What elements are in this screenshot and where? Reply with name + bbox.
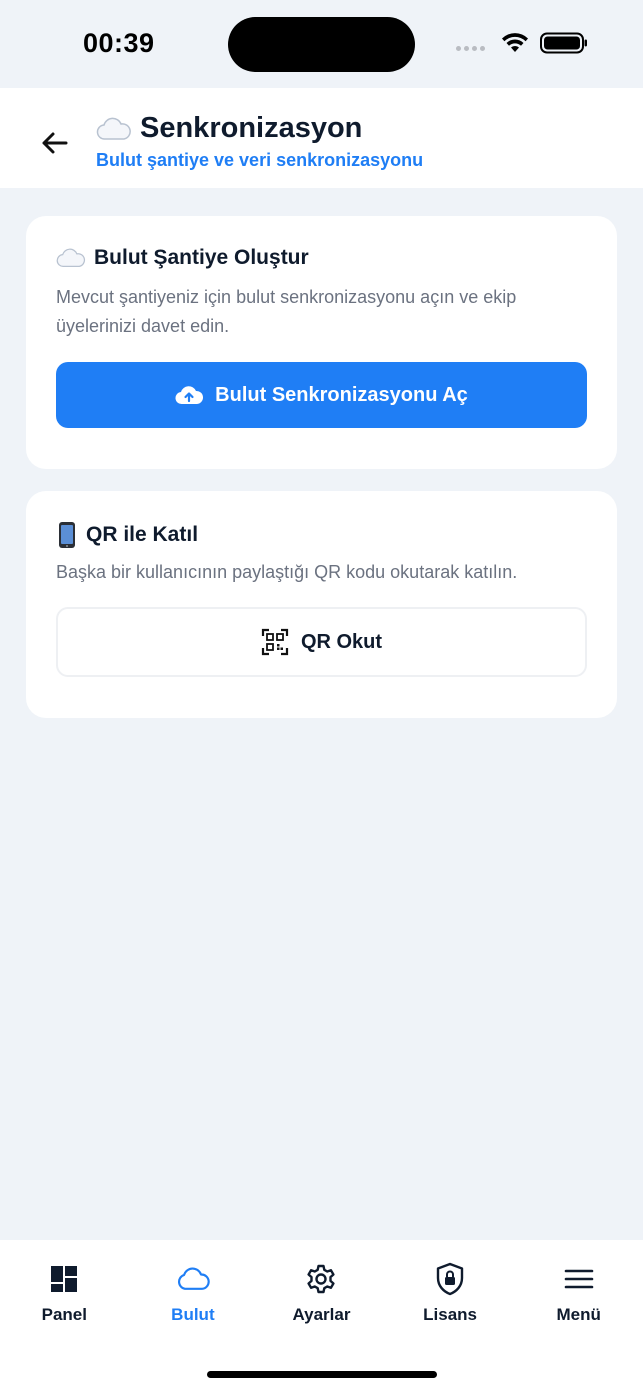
tab-lisans[interactable]: Lisans (386, 1240, 515, 1340)
bottom-tab-bar: Panel Bulut Ayarlar Lisans Menü (0, 1240, 643, 1340)
shield-lock-icon (433, 1262, 467, 1296)
menu-icon (562, 1262, 596, 1296)
status-time: 00:39 (83, 28, 155, 58)
status-bar: 00:39 (0, 0, 643, 88)
cloud-emoji-icon (96, 117, 131, 140)
cloud-card-title: Bulut Şantiye Oluştur (94, 246, 309, 269)
page-title: Senkronizasyon (140, 112, 363, 144)
tab-lisans-label: Lisans (423, 1305, 477, 1324)
mobile-phone-emoji-icon (59, 522, 75, 548)
qr-scan-icon (261, 628, 289, 656)
qr-card-title: QR ile Katıl (86, 523, 199, 546)
arrow-left-icon (42, 132, 68, 154)
qr-card-title-row: QR ile Katıl (56, 521, 198, 549)
dashboard-icon (47, 1262, 81, 1296)
cloud-site-card: Bulut Şantiye Oluştur Mevcut şantiyeniz … (26, 216, 617, 469)
tab-ayarlar-label: Ayarlar (292, 1305, 351, 1324)
tab-menu-label: Menü (556, 1305, 601, 1324)
cloud-upload-icon (175, 386, 204, 405)
cloud-icon (176, 1262, 210, 1296)
home-indicator[interactable] (207, 1371, 437, 1378)
home-area (0, 1340, 643, 1391)
cloud-card-description: Mevcut şantiyeniz için bulut senkronizas… (56, 287, 517, 336)
tab-menu[interactable]: Menü (514, 1240, 643, 1340)
back-button[interactable] (36, 125, 72, 161)
tab-panel[interactable]: Panel (0, 1240, 129, 1340)
qr-join-card: QR ile Katıl Başka bir kullanıcının payl… (26, 491, 617, 718)
page-header: Senkronizasyon Bulut şantiye ve veri sen… (0, 88, 643, 188)
cellular-signal-icon (456, 46, 485, 51)
cloud-card-title-row: Bulut Şantiye Oluştur (56, 246, 309, 270)
enable-cloud-sync-button[interactable]: Bulut Senkronizasyonu Aç (56, 362, 587, 428)
battery-icon (540, 32, 587, 54)
wifi-icon (502, 33, 528, 52)
enable-cloud-sync-label: Bulut Senkronizasyonu Aç (215, 383, 468, 406)
scan-qr-label: QR Okut (300, 630, 383, 653)
scan-qr-button[interactable]: QR Okut (56, 607, 587, 677)
tab-ayarlar[interactable]: Ayarlar (257, 1240, 386, 1340)
tab-bulut-label: Bulut (171, 1305, 215, 1324)
tab-bulut[interactable]: Bulut (129, 1240, 258, 1340)
gear-icon (304, 1262, 338, 1296)
page-title-row: Senkronizasyon (96, 112, 362, 145)
dynamic-island (228, 17, 415, 72)
tab-panel-label: Panel (41, 1305, 87, 1324)
page-subtitle: Bulut şantiye ve veri senkronizasyonu (96, 150, 424, 170)
qr-card-description: Başka bir kullanıcının paylaştığı QR kod… (56, 562, 518, 582)
cloud-emoji-icon (56, 248, 86, 267)
